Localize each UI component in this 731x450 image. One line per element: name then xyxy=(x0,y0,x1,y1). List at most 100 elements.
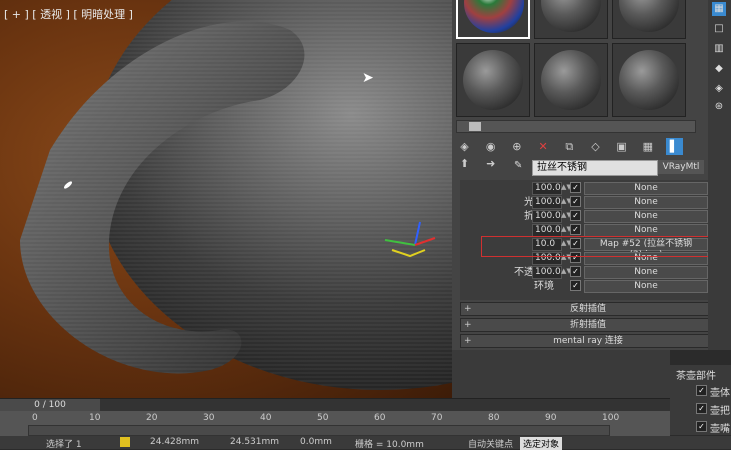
tick-label: 50 xyxy=(317,413,329,423)
tick-label: 10 xyxy=(89,413,101,423)
tick-label: 100 xyxy=(602,413,620,423)
y-coord-field[interactable]: 24.531mm xyxy=(230,437,279,447)
lock-selection-icon[interactable] xyxy=(120,437,130,447)
scrollbar-thumb[interactable] xyxy=(469,122,481,131)
material-type-button[interactable]: VRayMtl xyxy=(658,160,704,174)
expand-icon: + xyxy=(464,336,472,346)
map-slot-button[interactable]: None xyxy=(584,182,708,195)
material-sphere xyxy=(541,0,601,32)
copy-material-icon[interactable]: ⧉ xyxy=(561,138,578,155)
eyedropper-icon[interactable]: ✎ xyxy=(514,160,522,171)
viewport-strip xyxy=(452,345,670,398)
checker-icon[interactable]: ▦ xyxy=(712,2,726,16)
expand-icon: + xyxy=(464,320,472,330)
part-checkbox[interactable]: ✓ xyxy=(696,421,707,432)
map-amount-field[interactable]: 100.0 xyxy=(532,210,562,223)
material-slot[interactable] xyxy=(456,43,530,117)
map-enable-checkbox[interactable]: ✓ xyxy=(570,224,581,235)
teapot-render xyxy=(20,0,452,390)
part-label: 壶体 xyxy=(710,388,730,399)
part-checkbox[interactable]: ✓ xyxy=(696,385,707,396)
map-enable-checkbox[interactable]: ✓ xyxy=(570,266,581,277)
status-bar: 选择了 1 24.428mm 24.531mm 0.0mm 栅格 = 10.0m… xyxy=(0,436,731,450)
time-slider-track[interactable]: 0 / 100 xyxy=(0,398,670,412)
auto-key-button[interactable]: 自动关键点 xyxy=(468,437,513,450)
map-slot-button[interactable]: None xyxy=(584,266,708,279)
material-editor: ◈ ◉ ⊕ ✕ ⧉ ◇ ▣ ▦ ▌ ⬆ ➜ ✎ 拉丝不锈钢 VRayMtl 折射… xyxy=(452,0,716,350)
material-slot[interactable] xyxy=(534,0,608,39)
show-map-icon[interactable]: ▦ xyxy=(639,138,656,155)
tick-label: 70 xyxy=(431,413,443,423)
assign-material-icon[interactable]: ⊕ xyxy=(508,138,525,155)
tick-label: 20 xyxy=(146,413,158,423)
rollout-label: 折射插值 xyxy=(569,320,606,330)
viewport-label[interactable]: [ + ] [ 透视 ] [ 明暗处理 ] xyxy=(4,6,133,22)
map-row: 环境 ✓ None xyxy=(460,280,716,293)
perspective-viewport[interactable]: [ + ] [ 透视 ] [ 明暗处理 ] ➤ xyxy=(0,0,452,398)
map-slot-button[interactable]: None xyxy=(584,210,708,223)
map-enable-checkbox[interactable]: ✓ xyxy=(570,196,581,207)
material-slot-selected[interactable] xyxy=(456,0,530,39)
map-enable-checkbox[interactable]: ✓ xyxy=(570,210,581,221)
show-end-result-icon[interactable]: ▌ xyxy=(665,138,683,155)
map-row: 不透明度100.0 ▲▼✓None xyxy=(460,266,716,279)
material-sphere xyxy=(463,50,523,110)
part-checkbox[interactable]: ✓ xyxy=(696,403,707,414)
material-sphere xyxy=(464,0,524,33)
make-preview-icon[interactable]: ⊛ xyxy=(712,100,726,114)
map-amount-field[interactable]: 100.0 xyxy=(532,266,562,279)
part-label: 壶把 xyxy=(710,406,730,417)
z-coord-field[interactable]: 0.0mm xyxy=(300,437,332,447)
background-icon[interactable]: ▥ xyxy=(712,42,726,56)
rollout-header[interactable]: + mental ray 连接 xyxy=(460,334,716,348)
material-slot[interactable] xyxy=(612,43,686,117)
map-label: 环境 xyxy=(534,281,554,292)
tick-label: 40 xyxy=(260,413,272,423)
material-sphere xyxy=(541,50,601,110)
put-to-scene-icon[interactable]: ◉ xyxy=(482,138,499,155)
tick-label: 80 xyxy=(488,413,500,423)
unique-icon[interactable]: ◇ xyxy=(587,138,604,155)
time-slider[interactable]: 0 / 100 xyxy=(0,399,100,411)
video-color-icon[interactable]: ◈ xyxy=(712,82,726,96)
material-name-field[interactable]: 拉丝不锈钢 xyxy=(532,160,658,176)
command-panel-icons: ▦ □ ▥ ◆ ◈ ⊛ xyxy=(708,0,731,350)
material-sphere xyxy=(619,0,679,32)
sample-uv-icon[interactable]: ◆ xyxy=(712,62,726,76)
material-slot[interactable] xyxy=(534,43,608,117)
grid-size: 栅格 = 10.0mm xyxy=(355,440,424,450)
expand-icon: + xyxy=(464,304,472,314)
map-amount-field[interactable]: 100.0 xyxy=(532,182,562,195)
part-label: 壶嘴 xyxy=(710,424,730,435)
map-slot-button[interactable]: None xyxy=(584,280,708,293)
get-material-icon[interactable]: ◈ xyxy=(456,138,473,155)
mouse-cursor-icon: ➤ xyxy=(362,70,374,86)
teapot-parts-group: 茶壶部件 ✓ 壶体 ✓ 壶把 ✓ 壶嘴 xyxy=(670,365,731,435)
tick-label: 0 xyxy=(32,413,38,423)
rollout-header[interactable]: + 折射插值 xyxy=(460,318,716,332)
slots-scrollbar[interactable] xyxy=(456,120,696,133)
material-effects-icon[interactable]: ▣ xyxy=(613,138,630,155)
teapot-parts-title: 茶壶部件 xyxy=(676,371,716,382)
track-bar[interactable]: 0 10 20 30 40 50 60 70 80 90 100 xyxy=(0,411,670,436)
rollout-header[interactable]: + 反射插值 xyxy=(460,302,716,316)
track-bar-keys[interactable] xyxy=(28,425,610,436)
map-enable-checkbox[interactable]: ✓ xyxy=(570,280,581,291)
rollout-label: mental ray 连接 xyxy=(553,336,623,346)
map-row: 光泽度100.0 ▲▼✓None xyxy=(460,196,716,209)
map-amount-field[interactable]: 100.0 xyxy=(532,196,562,209)
set-key-mode-select[interactable]: 选定对象 xyxy=(520,437,563,450)
material-name-bar: ✎ 拉丝不锈钢 VRayMtl xyxy=(456,160,706,178)
delete-icon[interactable]: ✕ xyxy=(535,138,552,155)
x-coord-field[interactable]: 24.428mm xyxy=(150,437,199,447)
backlight-icon[interactable]: □ xyxy=(712,22,726,36)
map-slot-button[interactable]: None xyxy=(584,196,708,209)
bump-row-highlight xyxy=(481,236,715,257)
map-enable-checkbox[interactable]: ✓ xyxy=(570,182,581,193)
map-row: 折射100.0 ▲▼✓None xyxy=(460,182,716,195)
material-sphere xyxy=(619,50,679,110)
material-slot[interactable] xyxy=(612,0,686,39)
rollout-label: 反射插值 xyxy=(569,304,606,314)
tick-label: 30 xyxy=(203,413,215,423)
map-row: 折射率100.0 ▲▼✓None xyxy=(460,210,716,223)
